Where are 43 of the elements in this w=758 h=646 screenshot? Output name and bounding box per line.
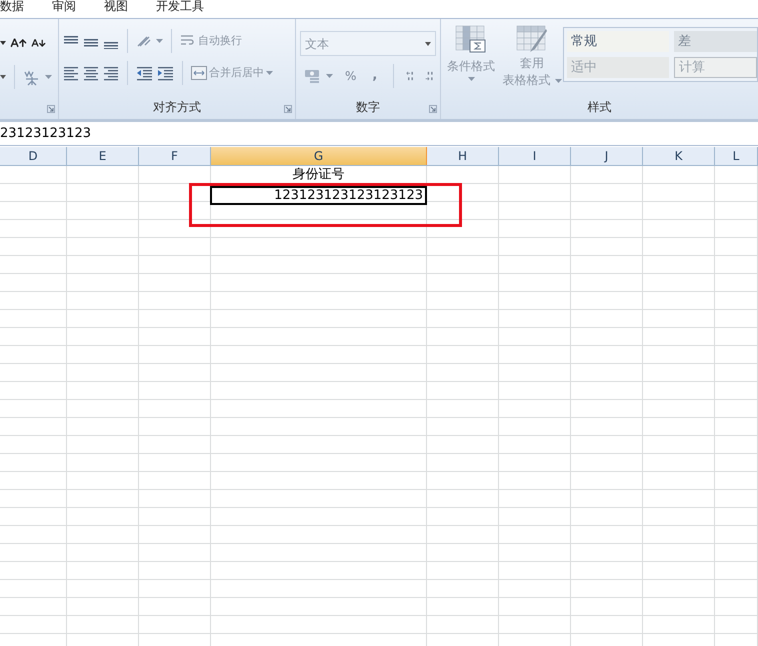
align-right-icon[interactable]: [103, 65, 119, 81]
column-header[interactable]: F: [139, 147, 211, 165]
ribbon-tab[interactable]: 数据: [0, 0, 52, 12]
table-brush-icon: [516, 25, 548, 55]
column-header[interactable]: K: [643, 147, 715, 165]
table-cell[interactable]: 123123123123123123: [210, 186, 427, 205]
caret-icon: [266, 71, 273, 75]
column-header[interactable]: E: [67, 147, 139, 165]
caret-icon: [45, 75, 52, 79]
caret-icon: [156, 39, 163, 43]
column-header[interactable]: I: [499, 147, 571, 165]
caret-icon: [554, 78, 562, 82]
dialog-launcher-icon[interactable]: [47, 105, 55, 113]
caret-icon: [326, 74, 333, 78]
dropdown-arrow-icon: [425, 42, 431, 46]
number-format-value: 文本: [305, 36, 329, 52]
ribbon-tab[interactable]: 视图: [104, 0, 156, 12]
dialog-launcher-icon[interactable]: [429, 105, 437, 113]
group-label: 样式: [588, 99, 612, 116]
ribbon-tab[interactable]: 开发工具: [156, 0, 208, 12]
group-label: 数字: [356, 99, 380, 116]
column-header[interactable]: D: [0, 147, 67, 165]
dialog-launcher-icon[interactable]: [284, 105, 292, 113]
dropdown-arrow-icon[interactable]: [0, 75, 6, 79]
merge-cells-icon: [191, 66, 207, 80]
formula-text: 23123123123: [0, 124, 91, 143]
table-cell[interactable]: 身份证号: [210, 167, 427, 186]
indent-decrease-icon[interactable]: [136, 65, 153, 81]
group-label: 对齐方式: [153, 99, 201, 116]
column-header[interactable]: G: [211, 147, 427, 165]
style-option[interactable]: 常规: [567, 31, 669, 52]
caret-icon: [468, 77, 474, 81]
align-center-icon[interactable]: [83, 65, 99, 81]
align-left-icon[interactable]: [63, 65, 79, 81]
phonetic-guide-icon[interactable]: [23, 68, 41, 86]
conditional-format-icon: [455, 25, 487, 55]
column-header[interactable]: L: [715, 147, 758, 165]
text-orientation-icon[interactable]: [136, 34, 152, 48]
indent-increase-icon[interactable]: [157, 65, 174, 81]
dropdown-arrow-icon[interactable]: [0, 41, 6, 45]
column-header[interactable]: J: [571, 147, 643, 165]
ribbon-tab[interactable]: 审阅: [52, 0, 104, 12]
column-header[interactable]: H: [427, 147, 499, 165]
